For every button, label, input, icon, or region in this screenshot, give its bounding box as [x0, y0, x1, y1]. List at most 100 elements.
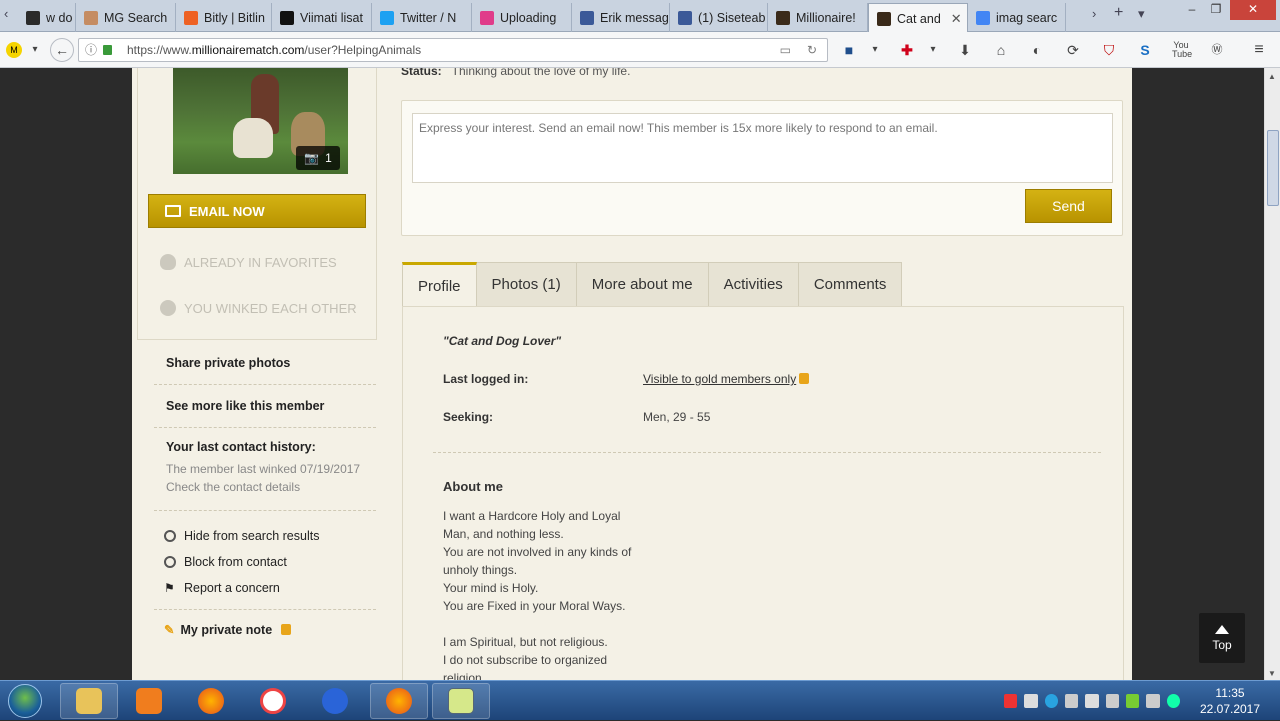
last-logged-value: Visible to gold members only	[643, 372, 810, 386]
tray-device-icon[interactable]	[1024, 694, 1038, 708]
browser-tab[interactable]: Viimati lisat	[272, 3, 372, 32]
browser-tab[interactable]: MG Search	[76, 3, 176, 32]
reader-view-icon[interactable]: ▭	[780, 39, 791, 61]
profile-panel: "Cat and Dog Lover" Last logged in: Visi…	[402, 306, 1124, 680]
folder-icon	[76, 688, 102, 714]
close-tab-icon[interactable]: ✕	[951, 11, 962, 27]
url-bar[interactable]: ⓘ https://www.millionairematch.com/user?…	[78, 38, 828, 62]
tab-favicon-icon	[877, 11, 891, 26]
tray-flag-icon[interactable]	[1125, 694, 1140, 708]
status-line: Status: Thinking about the love of my lif…	[401, 68, 630, 78]
reload-icon[interactable]: ↻	[807, 39, 817, 61]
page-viewport: 📷 1 EMAIL NOW ALREADY IN FAVORITES YOU W…	[0, 68, 1264, 680]
taskbar-media-player[interactable]	[120, 683, 178, 719]
skype-icon[interactable]: S	[1136, 41, 1154, 59]
hamburger-menu-icon[interactable]: ≡	[1250, 41, 1268, 59]
private-note-label: My private note	[180, 622, 273, 637]
info-icon[interactable]: ⓘ	[85, 39, 97, 61]
status-label: Status:	[401, 68, 442, 78]
back-to-top-button[interactable]: Top	[1199, 613, 1245, 663]
profile-photo[interactable]: 📷 1	[173, 68, 348, 174]
browser-tab[interactable]: Cat and ✕	[868, 3, 968, 33]
close-window-button[interactable]: ✕	[1230, 0, 1276, 20]
block-from-contact-link[interactable]: Block from contact	[154, 549, 376, 575]
chevron-down-icon[interactable]: ▾	[26, 41, 44, 59]
message-box: Express your interest. Send an email now…	[401, 100, 1123, 236]
new-tab-icon[interactable]: +	[1114, 4, 1123, 22]
email-now-button[interactable]: EMAIL NOW	[148, 194, 366, 228]
chevron-down-icon[interactable]: ▾	[866, 41, 884, 59]
browser-tab[interactable]: imag searc	[968, 3, 1066, 32]
browser-tab[interactable]: Erik messag	[572, 3, 670, 32]
extension-w-icon[interactable]: Ⓦ	[1208, 41, 1226, 59]
message-textarea[interactable]: Express your interest. Send an email now…	[412, 113, 1113, 183]
tab-comments[interactable]: Comments	[798, 262, 903, 307]
ublock-icon[interactable]: ⛉	[1100, 41, 1118, 59]
download-arrow-icon[interactable]: ⬇	[956, 41, 974, 59]
photo-count: 1	[325, 151, 332, 165]
taskbar-explorer[interactable]	[60, 683, 118, 719]
scroll-tabs-right-icon[interactable]: ›	[1092, 6, 1096, 21]
home-icon[interactable]: ⌂	[992, 41, 1010, 59]
tray-antivirus-icon[interactable]	[1064, 694, 1079, 708]
browser-tab[interactable]: Millionaire!	[768, 3, 868, 32]
check-contact-details-link[interactable]: Check the contact details	[166, 478, 376, 496]
tab-activities[interactable]: Activities	[708, 262, 799, 307]
tab-photos[interactable]: Photos (1)	[476, 262, 577, 307]
seeking-value: Men, 29 - 55	[643, 410, 711, 424]
sync-icon[interactable]: ⟳	[1064, 41, 1082, 59]
private-note-link[interactable]: ✎ My private note	[154, 609, 376, 637]
scroll-down-arrow-icon[interactable]: ▼	[1268, 669, 1276, 678]
send-button[interactable]: Send	[1025, 189, 1112, 223]
share-private-photos-link[interactable]: Share private photos	[154, 342, 376, 385]
contact-history: Your last contact history: The member la…	[154, 428, 376, 511]
tray-power-icon[interactable]	[1146, 694, 1160, 708]
vertical-scrollbar[interactable]: ▲ ▼	[1264, 68, 1280, 680]
browser-tab[interactable]: (1) Siseteab	[670, 3, 768, 32]
taskbar-chart-app[interactable]	[432, 683, 490, 719]
maximize-button[interactable]: ❐	[1202, 0, 1230, 20]
tray-skype-icon[interactable]	[1044, 694, 1058, 708]
app-a-icon	[260, 688, 286, 714]
back-arrow-icon[interactable]: ←	[50, 38, 74, 62]
app-menu-icon[interactable]: M	[6, 42, 22, 58]
block-label: Block from contact	[184, 555, 287, 569]
tab-more-about-me[interactable]: More about me	[576, 262, 709, 307]
start-button[interactable]	[8, 684, 42, 718]
see-more-like-member-link[interactable]: See more like this member	[154, 385, 376, 428]
tray-network-x-icon[interactable]	[1004, 694, 1018, 708]
report-concern-link[interactable]: ⚑ Report a concern	[154, 575, 376, 601]
tray-volume-muted-icon[interactable]	[1085, 694, 1099, 708]
youtube-icon[interactable]: You Tube	[1172, 41, 1192, 59]
browser-tab[interactable]: Twitter / N	[372, 3, 472, 32]
photo-count-badge[interactable]: 📷 1	[296, 146, 340, 170]
browser-tab[interactable]: Bitly | Bitlin	[176, 3, 272, 32]
tab-label: imag searc	[996, 10, 1058, 25]
profile-headline: "Cat and Dog Lover"	[443, 334, 562, 348]
wink-status: YOU WINKED EACH OTHER	[160, 300, 357, 316]
taskbar-firefox[interactable]	[182, 683, 240, 719]
hide-from-search-link[interactable]: Hide from search results	[154, 523, 376, 549]
clock-time: 11:35	[1215, 686, 1245, 700]
taskbar-app-swirl[interactable]	[306, 683, 364, 719]
chevron-down-icon[interactable]: ▾	[924, 41, 942, 59]
tray-app-icon[interactable]	[1166, 694, 1180, 708]
taskbar-app-a[interactable]	[244, 683, 302, 719]
scrollbar-thumb[interactable]	[1267, 130, 1279, 206]
scroll-up-arrow-icon[interactable]: ▲	[1268, 72, 1276, 81]
tab-profile[interactable]: Profile	[402, 262, 477, 307]
scroll-tabs-left-icon[interactable]: ‹	[4, 6, 8, 21]
clock-date: 22.07.2017	[1199, 702, 1261, 716]
tab-list-chevron-down-icon[interactable]: ▾	[1138, 6, 1145, 22]
tray-signal-icon[interactable]	[1105, 694, 1119, 708]
browser-tab[interactable]: w do I g	[18, 3, 76, 32]
lock-icon	[103, 45, 112, 55]
add-bookmark-cross-icon[interactable]: ✚	[898, 41, 916, 59]
taskbar-firefox-active[interactable]	[370, 683, 428, 719]
save-icon[interactable]: ■	[840, 41, 858, 59]
pocket-icon[interactable]: ◐	[1028, 41, 1046, 59]
browser-tab[interactable]: Uploading	[472, 3, 572, 32]
taskbar-clock[interactable]: 11:35 22.07.2017	[1190, 685, 1270, 717]
gold-members-link[interactable]: Visible to gold members only	[643, 372, 796, 386]
tab-label: Viimati lisat	[300, 10, 363, 25]
